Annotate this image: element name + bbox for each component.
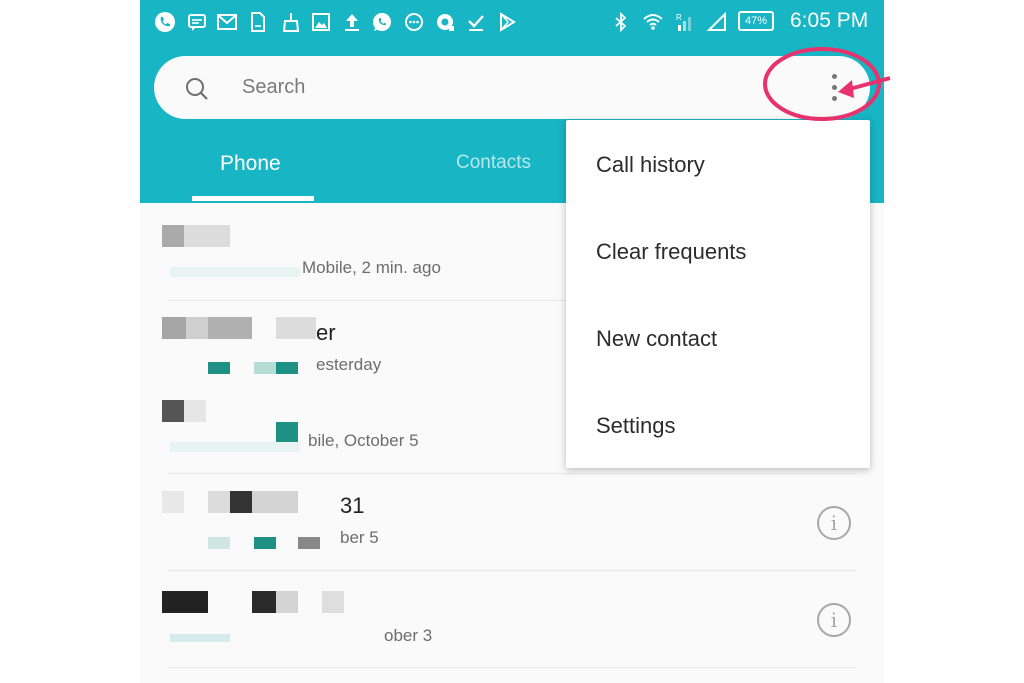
call-detail: Mobile, 2 min. ago — [302, 258, 441, 277]
broom-icon — [280, 11, 302, 33]
battery-indicator: 47% — [738, 11, 774, 31]
bluetooth-icon — [610, 11, 632, 33]
play-store-icon — [496, 11, 518, 33]
search-input[interactable]: Search — [242, 76, 305, 99]
signal-icon — [706, 11, 728, 33]
call-log-row[interactable]: 31 ber 5 i — [140, 473, 884, 570]
menu-item-clear-frequents[interactable]: Clear frequents — [596, 239, 746, 265]
annotation-highlight — [763, 47, 891, 121]
call-detail: bile, October 5 — [308, 431, 419, 450]
info-icon[interactable]: i — [817, 603, 851, 637]
menu-item-new-contact[interactable]: New contact — [596, 326, 717, 352]
contact-name: 31 — [340, 493, 365, 518]
blurred-name — [162, 225, 184, 247]
tab-contacts[interactable]: Contacts — [456, 152, 531, 174]
menu-item-call-history[interactable]: Call history — [596, 152, 705, 178]
gmail-icon — [216, 11, 238, 33]
menu-item-settings[interactable]: Settings — [596, 413, 676, 439]
active-tab-indicator — [192, 196, 314, 201]
tab-phone[interactable]: Phone — [220, 152, 281, 176]
call-detail: ober 3 — [384, 626, 433, 645]
status-time: 6:05 PM — [790, 9, 869, 32]
status-bar: R 47% 6:05 PM — [140, 0, 884, 44]
contact-name: er — [316, 320, 336, 345]
upload-icon — [341, 11, 363, 33]
call-detail: ber 5 — [340, 528, 379, 547]
overflow-menu: Call history Clear frequents New contact… — [566, 120, 870, 468]
svg-text:R: R — [676, 13, 682, 22]
call-detail: esterday — [316, 355, 382, 374]
call-log-row[interactable]: ober 3 i — [140, 570, 884, 667]
phone-icon — [154, 11, 176, 33]
dots-circle-icon — [403, 11, 425, 33]
check-icon — [465, 11, 487, 33]
signal-r-icon: R — [674, 11, 696, 33]
image-icon — [310, 11, 332, 33]
file-icon — [247, 11, 269, 33]
message-icon — [186, 11, 208, 33]
info-icon[interactable]: i — [817, 506, 851, 540]
wifi-icon — [642, 11, 664, 33]
search-icon — [186, 78, 208, 100]
camera-icon — [434, 11, 456, 33]
whatsapp-icon — [371, 11, 393, 33]
